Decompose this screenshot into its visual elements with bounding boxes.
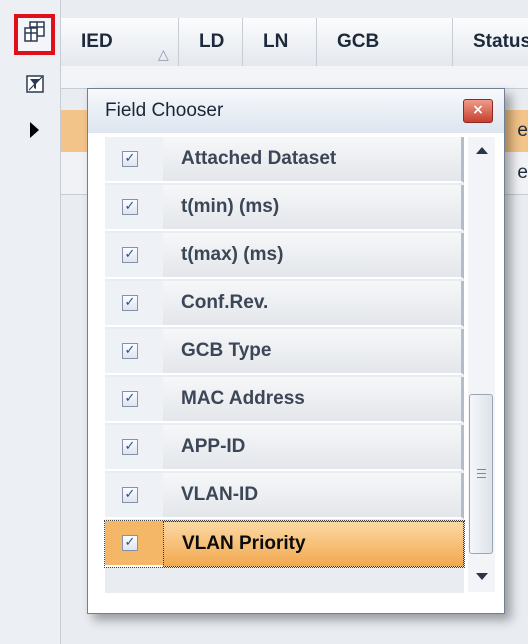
checkbox-cell: ✓ <box>105 473 163 519</box>
field-checkbox[interactable]: ✓ <box>122 487 138 503</box>
checkbox-cell: ✓ <box>105 425 163 471</box>
field-list: ✓ Attached Dataset ✓ t(min) (ms) ✓ t(max… <box>104 137 465 569</box>
field-checkbox[interactable]: ✓ <box>122 439 138 455</box>
field-item[interactable]: ✓ Attached Dataset <box>105 137 464 183</box>
filter-icon <box>26 74 46 99</box>
grip-line <box>477 469 486 470</box>
grip-line <box>477 473 486 474</box>
cell-text: e <box>517 120 528 141</box>
column-header-gcb[interactable]: GCB <box>317 18 453 66</box>
field-label[interactable]: Attached Dataset <box>163 137 464 183</box>
field-checkbox[interactable]: ✓ <box>122 535 138 551</box>
checkbox-cell: ✓ <box>105 233 163 279</box>
field-label[interactable]: APP-ID <box>163 425 464 471</box>
dialog-title: Field Chooser <box>105 100 224 121</box>
close-button[interactable]: × <box>463 99 493 123</box>
checkbox-cell: ✓ <box>105 329 163 375</box>
checkbox-cell: ✓ <box>105 185 163 231</box>
column-header-ld[interactable]: LD <box>179 18 243 66</box>
column-chooser-icon <box>23 21 46 48</box>
sort-ascending-icon: △ <box>158 46 169 62</box>
checkbox-cell: ✓ <box>105 377 163 423</box>
scroll-down-icon[interactable] <box>476 573 488 580</box>
field-label[interactable]: Conf.Rev. <box>163 281 464 327</box>
field-checkbox[interactable]: ✓ <box>122 199 138 215</box>
scroll-up-icon[interactable] <box>476 147 488 154</box>
list-bottom-area <box>105 569 464 593</box>
field-item[interactable]: ✓ GCB Type <box>105 329 464 375</box>
field-item[interactable]: ✓ t(max) (ms) <box>105 233 464 279</box>
field-checkbox[interactable]: ✓ <box>122 295 138 311</box>
field-label[interactable]: VLAN Priority <box>163 521 464 567</box>
field-checkbox[interactable]: ✓ <box>122 247 138 263</box>
field-label[interactable]: t(max) (ms) <box>163 233 464 279</box>
cell-text: e <box>517 162 528 183</box>
field-item-selected[interactable]: ✓ VLAN Priority <box>104 520 465 568</box>
column-chooser-button[interactable] <box>14 14 55 55</box>
dialog-titlebar[interactable]: Field Chooser × <box>88 89 504 133</box>
field-label[interactable]: t(min) (ms) <box>163 185 464 231</box>
field-label[interactable]: GCB Type <box>163 329 464 375</box>
column-header-status[interactable]: Status <box>453 18 528 66</box>
field-item[interactable]: ✓ MAC Address <box>105 377 464 423</box>
field-checkbox[interactable]: ✓ <box>122 343 138 359</box>
vertical-scrollbar[interactable] <box>468 137 495 592</box>
close-icon: × <box>472 102 484 118</box>
grid-filter-row[interactable] <box>61 66 528 89</box>
row-indicator-column <box>0 0 61 644</box>
field-label[interactable]: MAC Address <box>163 377 464 423</box>
checkbox-cell: ✓ <box>105 137 163 183</box>
grid-header: IED △ LD LN GCB Status <box>61 18 528 67</box>
filter-row-button[interactable] <box>24 74 48 98</box>
field-item[interactable]: ✓ VLAN-ID <box>105 473 464 519</box>
field-chooser-dialog: Field Chooser × ✓ Attached Dataset ✓ t(m… <box>87 88 505 614</box>
grip-line <box>477 477 486 478</box>
scroll-thumb[interactable] <box>469 394 493 554</box>
field-checkbox[interactable]: ✓ <box>122 391 138 407</box>
field-item[interactable]: ✓ Conf.Rev. <box>105 281 464 327</box>
column-header-ln[interactable]: LN <box>243 18 317 66</box>
checkbox-cell: ✓ <box>105 281 163 327</box>
current-row-arrow-icon <box>30 122 39 138</box>
checkbox-cell: ✓ <box>105 521 163 567</box>
field-item[interactable]: ✓ APP-ID <box>105 425 464 471</box>
field-label[interactable]: VLAN-ID <box>163 473 464 519</box>
field-item[interactable]: ✓ t(min) (ms) <box>105 185 464 231</box>
field-checkbox[interactable]: ✓ <box>122 151 138 167</box>
